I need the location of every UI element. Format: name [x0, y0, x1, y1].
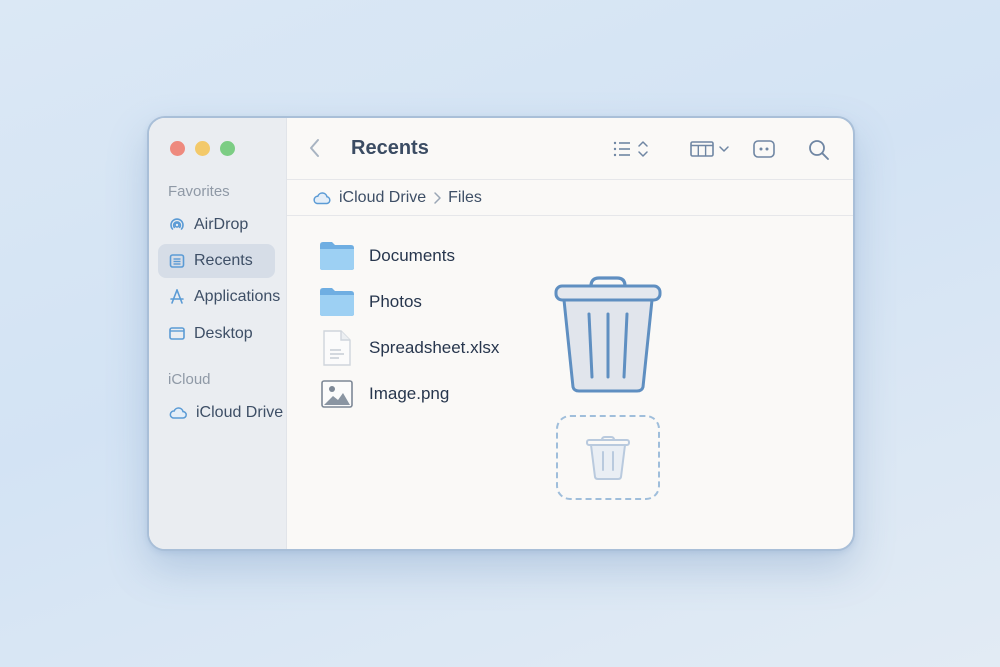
- finder-window: Favorites AirDrop Recents Applications D…: [147, 116, 855, 551]
- cloud-icon: [169, 407, 187, 419]
- chevron-right-icon: [434, 191, 441, 204]
- page-title: Recents: [351, 137, 429, 159]
- applications-icon: [170, 289, 184, 304]
- airdrop-icon: [170, 218, 184, 230]
- folder-icon: [320, 288, 354, 316]
- close-button[interactable]: [170, 141, 185, 156]
- folder-icon: [320, 242, 354, 270]
- sidebar-item-label: Applications: [194, 288, 281, 305]
- file-name: Documents: [369, 246, 455, 265]
- list-view-icon[interactable]: [611, 138, 653, 160]
- toolbar: Recents: [287, 118, 853, 180]
- breadcrumb: iCloud Drive Files: [287, 180, 853, 216]
- column-view-icon[interactable]: [689, 138, 733, 160]
- file-name: Image.png: [369, 384, 450, 403]
- traffic-lights: [170, 141, 235, 156]
- sidebar-item-label: Desktop: [194, 325, 253, 342]
- list-item-photos[interactable]: Photos: [319, 279, 499, 325]
- sidebar-item-label: AirDrop: [194, 216, 249, 233]
- sidebar-item-recents[interactable]: Recents: [158, 244, 275, 278]
- file-list: Documents Photos Spreadsheet.xlsx Image.…: [319, 233, 499, 417]
- icloud-label: iCloud: [168, 371, 211, 388]
- sidebar-item-label: iCloud Drive: [196, 404, 284, 421]
- trash-icon[interactable]: [553, 274, 663, 394]
- recents-icon: [169, 254, 185, 268]
- sidebar-item-airdrop[interactable]: AirDrop: [158, 208, 275, 242]
- sidebar-item-label: Recents: [194, 252, 253, 269]
- image-icon: [321, 380, 353, 408]
- sidebar-item-applications[interactable]: Applications: [158, 280, 280, 314]
- sidebar-item-icloud-drive[interactable]: iCloud Drive: [158, 396, 298, 430]
- favorites-label: Favorites: [168, 183, 230, 200]
- sidebar-item-desktop[interactable]: Desktop: [158, 317, 275, 351]
- trash-drop-icon: [586, 435, 630, 480]
- minimize-button[interactable]: [195, 141, 210, 156]
- zoom-button[interactable]: [220, 141, 235, 156]
- sidebar: Favorites AirDrop Recents Applications D…: [149, 118, 287, 549]
- list-item-image[interactable]: Image.png: [319, 371, 499, 417]
- back-chevron-icon[interactable]: [307, 137, 323, 159]
- cloud-icon: [313, 191, 331, 204]
- document-icon: [323, 330, 351, 366]
- list-item-documents[interactable]: Documents: [319, 233, 499, 279]
- breadcrumb-icloud-drive[interactable]: iCloud Drive: [339, 189, 426, 207]
- main-content: Recents iCloud Drive Files Documents Pho…: [287, 118, 853, 549]
- file-name: Spreadsheet.xlsx: [369, 338, 500, 357]
- search-icon[interactable]: [807, 138, 831, 162]
- desktop-icon: [169, 327, 185, 340]
- more-icon[interactable]: [752, 138, 776, 160]
- trash-drop-zone[interactable]: [556, 415, 660, 500]
- list-item-spreadsheet[interactable]: Spreadsheet.xlsx: [319, 325, 499, 371]
- breadcrumb-files[interactable]: Files: [448, 189, 482, 207]
- file-name: Photos: [369, 292, 422, 311]
